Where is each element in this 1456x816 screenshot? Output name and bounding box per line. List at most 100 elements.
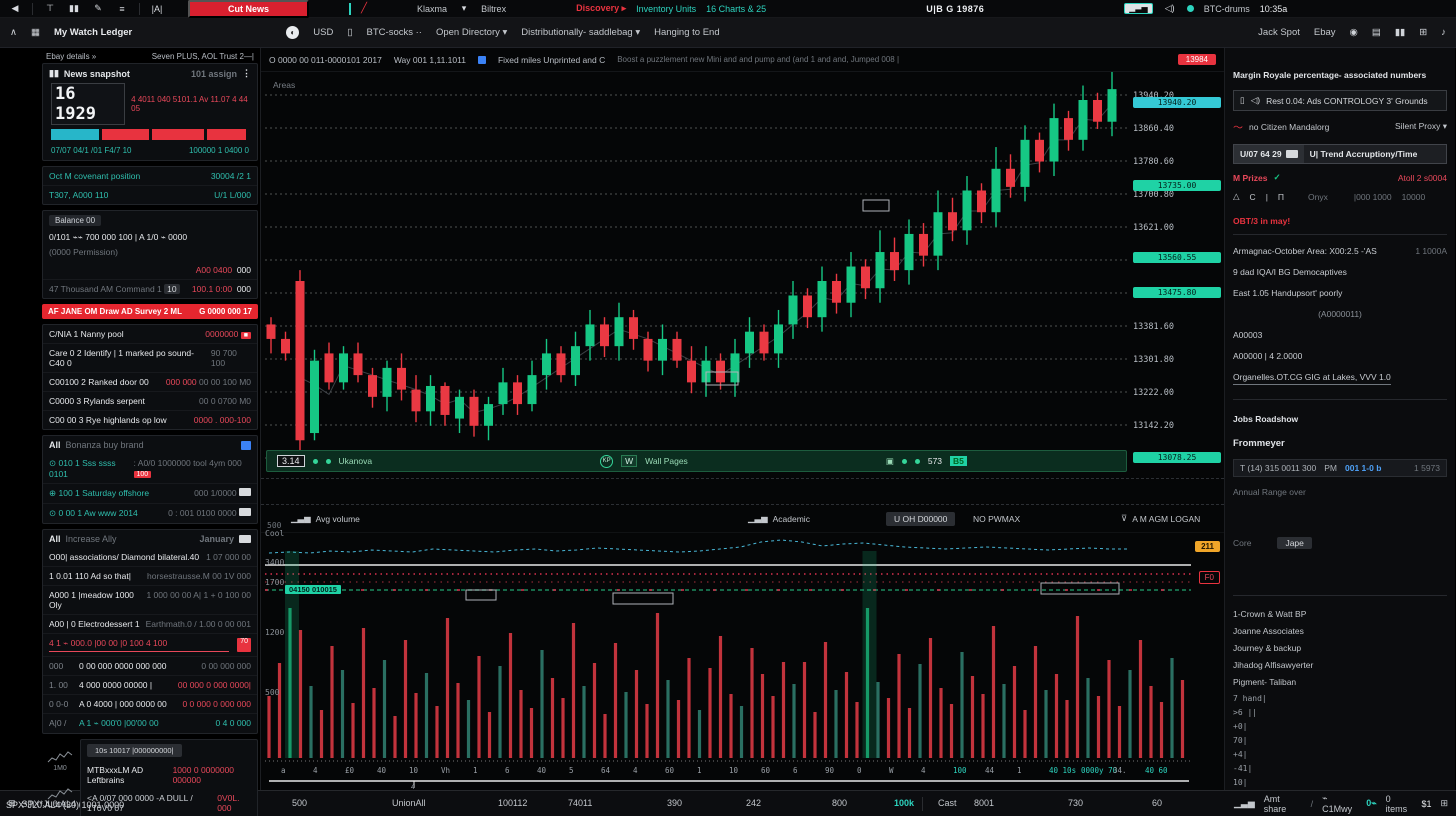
indicator-box-button[interactable]: U OH D00000 xyxy=(886,512,955,526)
status-item[interactable]: 390 xyxy=(667,798,682,808)
red-outline-badge[interactable]: F0 xyxy=(1199,571,1220,584)
clip-icon[interactable]: ▣ xyxy=(886,456,894,467)
more-icon[interactable]: ⋮ xyxy=(242,68,251,79)
chart-icon[interactable]: ▁▃▅ xyxy=(1234,798,1255,809)
mini-sparkline[interactable]: 1M0 xyxy=(42,749,78,772)
speaker-icon[interactable]: ◁) xyxy=(1163,3,1177,14)
agm-logan-toggle[interactable]: ⊽ A M AGM LOGAN xyxy=(1121,513,1200,524)
status-item[interactable]: 730 xyxy=(1068,798,1083,808)
list-item[interactable]: 1 0.01 110 Ad so that| horsestrausse.M 0… xyxy=(43,566,257,585)
inventory-alert[interactable]: Inventory Units xyxy=(636,4,696,14)
candlestick-chart[interactable]: 13940.2013860.4013780.6013700.8013621.00… xyxy=(261,72,1224,478)
list-item[interactable]: 000 0 00 000 0000 000 000 0 00 000 000 xyxy=(43,656,257,675)
watch-list-item[interactable]: Pigment- Taliban xyxy=(1233,677,1447,687)
order-row[interactable]: C/NIA 1 Nanny pool 0000000 ■ xyxy=(43,325,257,343)
text-tool-icon[interactable]: |A| xyxy=(150,4,164,14)
tab-left[interactable]: U/07 64 29 xyxy=(1234,145,1304,163)
brush-tool-icon[interactable]: ✎ xyxy=(91,3,105,14)
orange-badge[interactable]: 211 xyxy=(1195,541,1220,552)
watchlist-title[interactable]: My Watch Ledger xyxy=(54,27,132,38)
watch-list-item[interactable]: Joanne Associates xyxy=(1233,626,1447,636)
amt-share-label[interactable]: Amt share xyxy=(1264,794,1302,814)
list-item[interactable]: A000 1 |meadow 1000 Oly 1 000 00 00 A| 1… xyxy=(43,585,257,614)
order-row[interactable]: C0000 3 Rylands serpent 00 0 0700 M0 xyxy=(43,391,257,410)
avg-volume-toggle[interactable]: ▁▃▅ Avg volume xyxy=(291,513,360,524)
list-item[interactable]: O00| associations/ Diamond bilateral.40 … xyxy=(43,548,257,566)
phone-icon[interactable]: ▯ xyxy=(347,27,352,38)
january-label[interactable]: January xyxy=(199,534,234,544)
back-icon[interactable]: ◀ xyxy=(8,3,22,14)
assign-label[interactable]: 101 assign xyxy=(191,69,237,79)
blue-badge[interactable] xyxy=(241,441,251,450)
status-item[interactable]: 100k xyxy=(894,798,914,808)
list-item[interactable]: ⊙ 0 00 1 Aw www 2014 0 : 001 0100 0000 xyxy=(43,503,257,523)
watch-list-item[interactable]: 1-Crown & Watt BP xyxy=(1233,609,1447,619)
status-item[interactable]: 242 xyxy=(746,798,761,808)
order-row[interactable]: C00100 2 Ranked door 00 000 000 00 00 10… xyxy=(43,372,257,391)
discovery-alert[interactable]: Discovery ▸ xyxy=(576,3,626,14)
mini-button[interactable]: △ xyxy=(1233,191,1240,202)
position-row[interactable]: Oct M covenant position30004 /2 1 xyxy=(43,167,257,185)
hanging-menu[interactable]: Hanging to End xyxy=(654,27,720,38)
mby-label[interactable]: ⌁ C1Mwy xyxy=(1322,793,1357,814)
session-strip[interactable]: 3.14 Ukanova KP W Wall Pages ▣ 573 B5 xyxy=(266,450,1127,472)
list-item[interactable]: 4 1 ⌁ 000.0 |00 00 |0 100 4 100 70 xyxy=(43,633,257,656)
form-field[interactable]: Organelles.OT.CG GIG at Lakes, VVV 1.0 xyxy=(1233,372,1447,385)
biltrex-menu[interactable]: Biltrex xyxy=(481,4,506,14)
status-item[interactable]: 100112 xyxy=(498,798,527,808)
status-item[interactable]: 500 xyxy=(292,798,307,808)
mini-button[interactable]: Π xyxy=(1278,192,1284,202)
segment-option[interactable]: T (14) 315 0011 300 xyxy=(1240,463,1316,473)
sidebar-header-right[interactable]: Seven PLUS, AOL Trust 2—| xyxy=(152,52,254,61)
collapse-icon[interactable]: ∧ xyxy=(10,27,17,38)
volume-canvas[interactable]: a4£04010Vh1640564460110606900W410044140 … xyxy=(261,533,1224,790)
directory-menu[interactable]: Open Directory ▾ xyxy=(436,27,507,38)
usd-label[interactable]: USD xyxy=(313,27,333,38)
jape-button[interactable]: Jape xyxy=(1277,537,1311,549)
mini-button[interactable]: | xyxy=(1266,192,1268,202)
tab-right[interactable]: U| Trend Accruptiony/Time xyxy=(1304,145,1424,163)
proxy-dropdown[interactable]: Silent Proxy ▾ xyxy=(1395,121,1447,132)
apps-grid-icon[interactable]: ⊞ xyxy=(1440,798,1448,809)
red-pen-icon[interactable]: ╱ xyxy=(361,3,367,14)
settings-menu[interactable]: Distributionally- saddlebag ▾ xyxy=(521,27,640,38)
prizes-label[interactable]: M Prizes xyxy=(1233,173,1268,183)
klaxma-menu[interactable]: Klaxma xyxy=(417,4,447,14)
price-badge[interactable]: 13735.00 xyxy=(1133,180,1221,191)
flag-icon[interactable] xyxy=(478,56,486,64)
watch-list-item[interactable]: Journey & backup xyxy=(1233,643,1447,653)
list-item[interactable]: 1. 00 4 000 0000 00000 | 00 000 0 000 00… xyxy=(43,675,257,694)
price-badge[interactable]: 13078.25 xyxy=(1133,452,1221,463)
chart-interval-label[interactable]: Way 001 1,11.1011 xyxy=(394,55,466,65)
panel-divider[interactable] xyxy=(261,478,1224,505)
status-item[interactable]: 800 xyxy=(832,798,847,808)
pwmax-label[interactable]: NO PWMAX xyxy=(973,514,1020,524)
candlestick-canvas[interactable]: 13940.2013860.4013780.6013700.8013621.00… xyxy=(261,72,1224,478)
price-badge[interactable]: 13475.80 xyxy=(1133,287,1221,298)
status-item[interactable]: UnionAll xyxy=(392,798,426,808)
form-field[interactable]: A00003 xyxy=(1233,330,1447,340)
status-item[interactable]: 74011 xyxy=(568,798,592,808)
position-row[interactable]: T307, A000 110U/1 L/000 xyxy=(43,185,257,204)
risk-alert-banner[interactable]: AF JANE OM Draw AD Survey 2 MLG 0000 000… xyxy=(42,304,258,319)
grid-icon[interactable]: ▦ xyxy=(31,27,40,38)
layout-tool-icon[interactable]: ▮▮ xyxy=(67,3,81,14)
status-item[interactable]: Cast xyxy=(938,798,957,808)
onyx-button[interactable]: Onyx xyxy=(1308,192,1328,202)
news-button[interactable]: Cut News xyxy=(188,0,309,18)
list-item[interactable]: A00 | 0 Electrodessert 1 Earthmath.0 / 1… xyxy=(43,614,257,633)
mini-button[interactable]: C xyxy=(1250,192,1256,202)
list-item[interactable]: 0 0-0 A 0 4000 | 000 0000 00 0 0 000 0 0… xyxy=(43,694,257,713)
search-input[interactable]: ▯ ◁) Rest 0.04: Ads CONTROLOGY 3' Ground… xyxy=(1233,90,1447,111)
signal-button[interactable]: ▁▃▅ xyxy=(1124,3,1152,14)
white-badge[interactable] xyxy=(239,535,251,543)
segment-option[interactable]: 001 1-0 b xyxy=(1345,463,1381,473)
academic-toggle[interactable]: ▁▃▅ Academic xyxy=(748,513,810,524)
list-item[interactable]: A|0 / A 1 ⌁ 000'0 |00'00 00 0 4 0 000 xyxy=(43,713,257,733)
status-item[interactable]: 8001 xyxy=(974,798,994,808)
segment-option[interactable]: PM xyxy=(1324,463,1337,473)
shapes-tool-icon[interactable]: ≡ xyxy=(115,4,129,14)
form-field[interactable]: A00000 | 4 2.0000 xyxy=(1233,351,1447,361)
list-item[interactable]: ⊕ 100 1 Saturday offshore 000 1/0000 xyxy=(43,483,257,503)
chart-symbol-label[interactable]: O 0000 00 011-0000101 2017 xyxy=(269,55,382,65)
